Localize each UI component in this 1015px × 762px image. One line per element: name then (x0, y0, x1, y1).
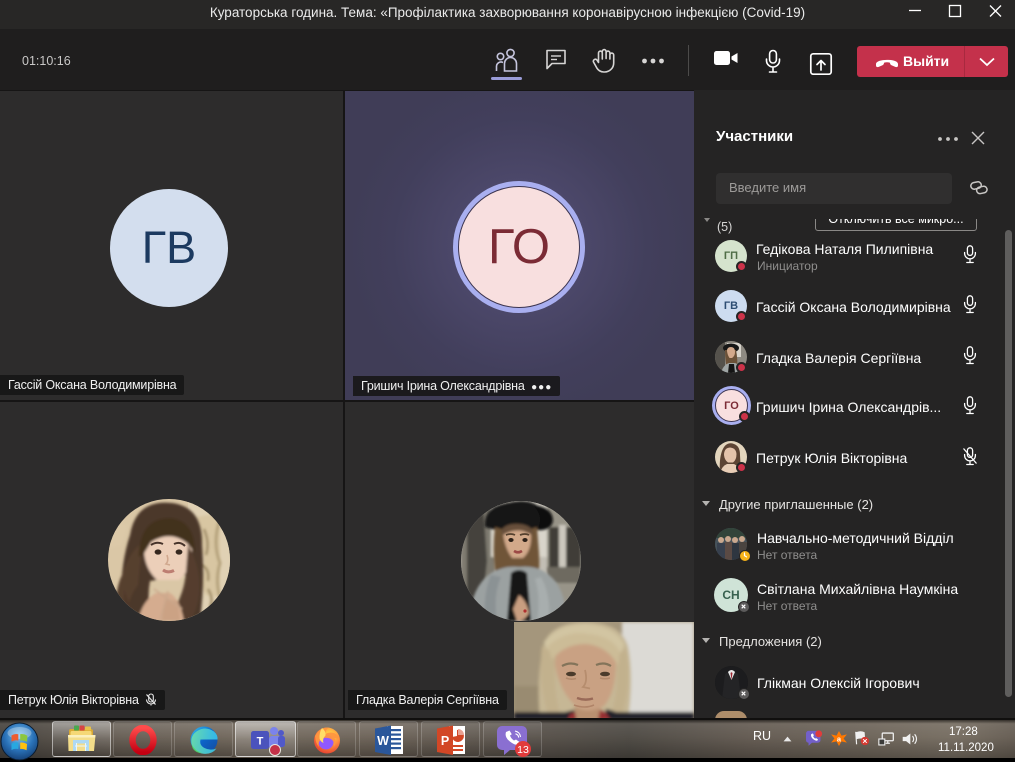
svg-text:W: W (377, 734, 389, 748)
svg-text:P: P (441, 734, 449, 748)
svg-text:T: T (257, 736, 264, 748)
svg-text:13: 13 (517, 744, 529, 756)
